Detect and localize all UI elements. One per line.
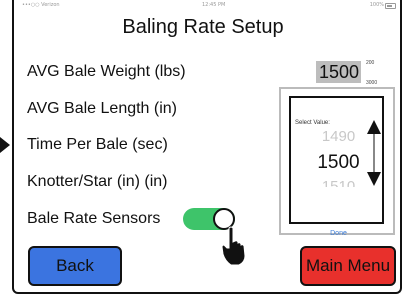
label-bale-length[interactable]: AVG Bale Length (in): [27, 100, 177, 118]
value-picker[interactable]: Select Value: 1490 1500 1510 Done: [289, 96, 384, 237]
battery-text: 100%: [369, 2, 384, 8]
label-time-per-bale[interactable]: Time Per Bale (sec): [27, 136, 168, 154]
page-title: Baling Rate Setup: [122, 16, 284, 38]
back-button[interactable]: Back: [28, 246, 122, 286]
bale-weight-max: 200: [366, 60, 375, 66]
label-knotter-star[interactable]: Knotter/Star (in) (in): [27, 173, 167, 191]
up-down-arrow-icon: [367, 120, 381, 186]
value-picker-popup: Select Value: 1490 1500 1510 Done: [279, 87, 395, 237]
main-menu-button[interactable]: Main Menu: [300, 246, 396, 286]
bale-weight-min: 3000: [366, 80, 378, 86]
battery-icon: [385, 3, 396, 9]
carrier-text: •••○○ Verizon: [22, 2, 60, 8]
picker-done-button[interactable]: Done: [291, 230, 386, 237]
bale-weight-value-field[interactable]: 1500: [316, 61, 361, 83]
status-time: 12:45 PM: [202, 2, 226, 8]
right-pointer-arrow-icon: [0, 137, 10, 153]
status-bar: •••○○ Verizon 12:45 PM 100%: [16, 2, 400, 10]
label-bale-rate-sensors: Bale Rate Sensors: [27, 210, 161, 227]
hand-pointer-icon: [221, 226, 246, 266]
label-bale-weight: AVG Bale Weight (lbs): [27, 63, 186, 80]
picker-title: Select Value:: [295, 120, 330, 126]
